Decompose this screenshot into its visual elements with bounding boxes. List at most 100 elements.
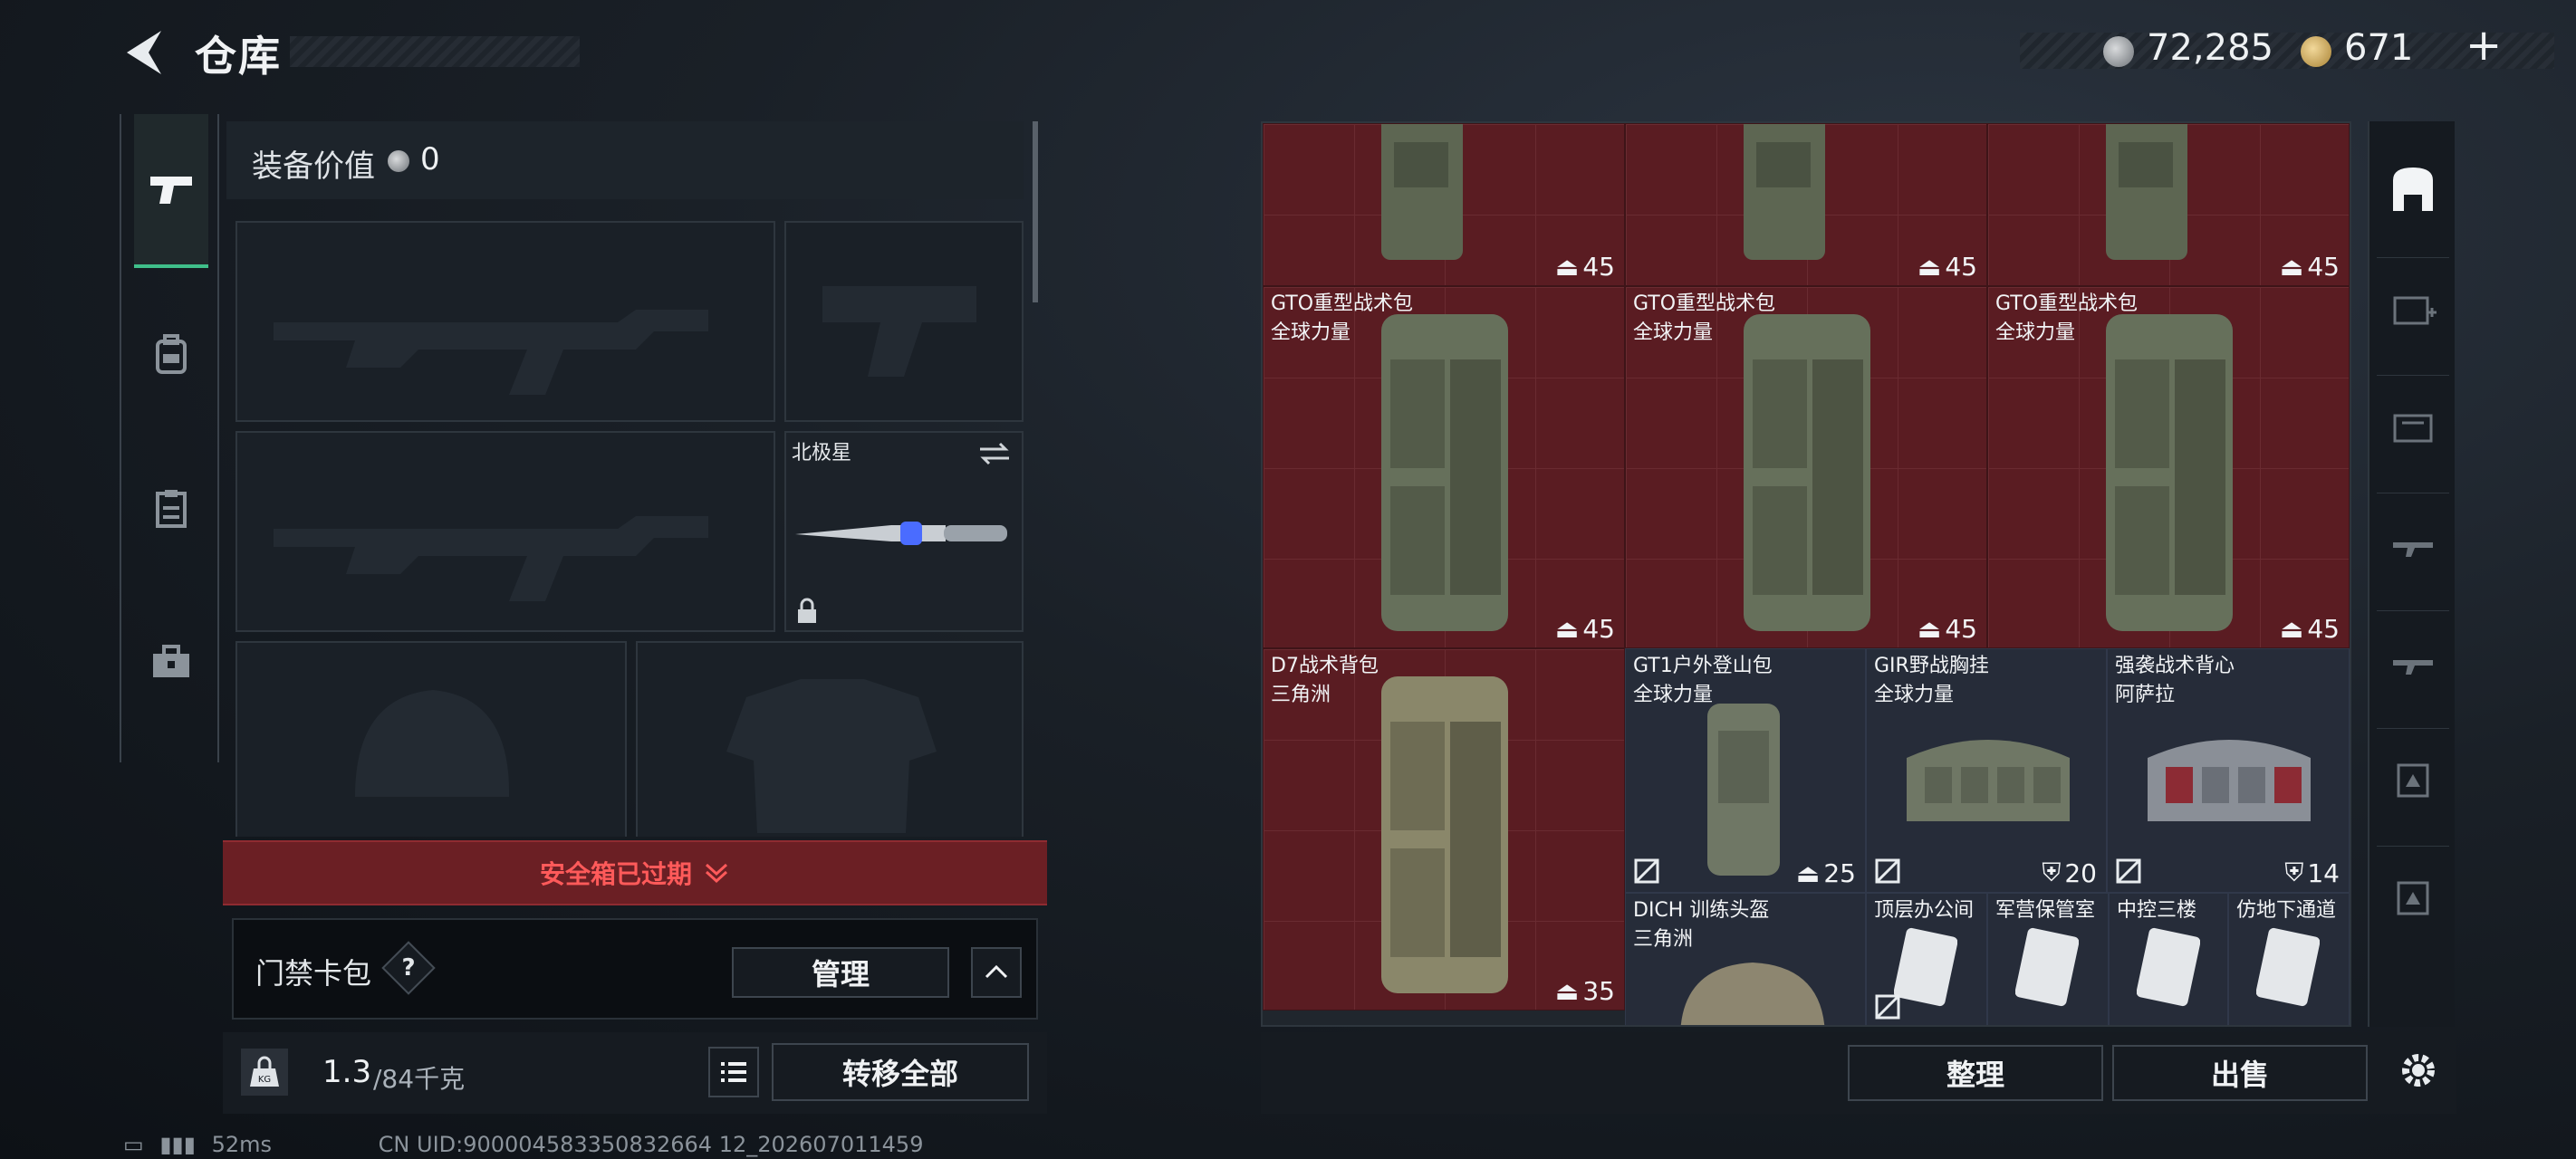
- equipment-scrollbar[interactable]: [1033, 121, 1038, 302]
- rifle-silhouette-icon: [274, 310, 708, 395]
- storage-item[interactable]: 顶层办公间: [1866, 893, 1987, 1025]
- storage-item[interactable]: 中控三楼: [2109, 893, 2228, 1025]
- melee-item-name: 北极星: [792, 442, 852, 465]
- chest-rig-icon: [1907, 740, 2070, 821]
- sidebar-item-supplies[interactable]: [134, 585, 208, 739]
- ammo-tier4-icon: [2393, 414, 2433, 442]
- armor-small-icon: ⛨: [2042, 857, 2062, 887]
- manage-button[interactable]: 管理: [732, 947, 949, 998]
- keycard-icon: [1894, 927, 1957, 1007]
- help-button[interactable]: ?: [381, 941, 436, 995]
- storage-item[interactable]: ⏏ 45: [1263, 123, 1625, 286]
- weight-bar: KG 1.3 /84千克 转移全部: [223, 1032, 1047, 1114]
- secondary-weapon-slot[interactable]: [235, 431, 775, 632]
- helmet-icon: [1680, 963, 1825, 1025]
- primary-weapon-slot[interactable]: [235, 221, 775, 422]
- pistol-slot[interactable]: [784, 221, 1024, 422]
- rail-item-rifle-2[interactable]: [2377, 610, 2449, 710]
- item-name: 顶层办公间: [1874, 899, 1975, 922]
- storage-item[interactable]: 军营保管室: [1987, 893, 2109, 1025]
- armor-small-icon: ⛨: [2284, 857, 2304, 887]
- item-count: ⏏ 25: [1795, 858, 1856, 888]
- melee-slot[interactable]: 北极星: [784, 431, 1024, 632]
- sidebar-item-backpack[interactable]: [134, 277, 208, 431]
- armor-tier3-icon: [2397, 881, 2429, 915]
- rail-item-armor[interactable]: [2377, 728, 2449, 828]
- collapse-button[interactable]: [971, 947, 1022, 998]
- sidebar-item-gear[interactable]: [134, 431, 208, 585]
- item-name: 强袭战术背心: [2115, 655, 2235, 677]
- item-faction: 全球力量: [1271, 321, 1351, 344]
- weight-max: /84千克: [373, 1064, 466, 1094]
- item-count: ⏏ 45: [1917, 252, 1977, 282]
- armor-silhouette-icon: [726, 679, 937, 833]
- armor-slot[interactable]: [636, 641, 1024, 837]
- storage-item[interactable]: ⏏ 45: [1987, 123, 2350, 286]
- gear-icon: [2402, 1054, 2435, 1087]
- no-insure-icon: [1875, 858, 1900, 884]
- item-name: 军营保管室: [1995, 899, 2096, 922]
- transfer-all-button[interactable]: 转移全部: [772, 1043, 1029, 1101]
- storage-grid: ⏏ 45 ⏏ 45 ⏏ 45 GTO重型战术包 全球力量 ⏏ 45 GTO重型战术包 全…: [1261, 121, 2351, 1027]
- item-count: ⏏ 45: [1917, 614, 1977, 644]
- rail-item-rifle[interactable]: [2377, 493, 2449, 592]
- equipment-panel: 装备价值 0 北极星: [226, 121, 1042, 837]
- item-count: ⏏ 45: [2279, 252, 2340, 282]
- rail-item-armor-2[interactable]: [2377, 846, 2449, 945]
- weight-current: 1.3: [322, 1054, 372, 1090]
- storage-item[interactable]: ⏏ 45: [1625, 123, 1987, 286]
- rifle-tier3-icon: [2393, 541, 2433, 557]
- add-currency-button[interactable]: +: [2465, 20, 2502, 71]
- swap-icon[interactable]: [976, 440, 1013, 467]
- rail-item-ammo[interactable]: [2377, 375, 2449, 474]
- item-faction: 全球力量: [1995, 321, 2076, 344]
- organize-button[interactable]: 整理: [1848, 1045, 2103, 1101]
- sell-button[interactable]: 出售: [2112, 1045, 2368, 1101]
- storage-item[interactable]: D7战术背包 三角洲 ⏏ 35: [1263, 648, 1625, 1011]
- helmet-silhouette-icon: [355, 690, 510, 797]
- item-name: GIR野战胸挂: [1874, 655, 1989, 677]
- no-insure-icon: [2116, 858, 2141, 884]
- storage-item[interactable]: GIR野战胸挂 全球力量 ⛨ 20: [1866, 648, 2107, 893]
- back-button[interactable]: [118, 25, 172, 80]
- assault-vest-icon: [2148, 740, 2311, 821]
- backpack-icon: [156, 334, 187, 374]
- equipment-value-header: 装备价值 0: [226, 121, 1024, 199]
- page-title: 仓库: [195, 32, 282, 81]
- backpack-icon: [2106, 314, 2233, 631]
- weight-small-icon: ⏏: [1917, 252, 1942, 282]
- safe-box-banner[interactable]: 安全箱已过期: [223, 840, 1047, 905]
- storage-item[interactable]: GTO重型战术包 全球力量 ⏏ 45: [1625, 286, 1987, 648]
- storage-item[interactable]: 强袭战术背心 阿萨拉 ⛨ 14: [2107, 648, 2350, 893]
- rail-item-medical[interactable]: [2377, 257, 2449, 357]
- storage-item[interactable]: GTO重型战术包 全球力量 ⏏ 45: [1987, 286, 2350, 648]
- chevron-up-icon: [985, 964, 1008, 979]
- keycard-icon: [2256, 927, 2320, 1007]
- storage-item[interactable]: 仿地下通道: [2228, 893, 2350, 1025]
- item-faction: 全球力量: [1633, 321, 1714, 344]
- item-name: 中控三楼: [2117, 899, 2197, 922]
- sidebar-item-weapons[interactable]: [134, 114, 208, 268]
- settings-button[interactable]: [2389, 1041, 2447, 1099]
- rifle-tier3-icon: [2393, 659, 2433, 675]
- storage-category-rail: [2368, 121, 2455, 1027]
- backpack-icon: [1381, 676, 1508, 993]
- storage-item[interactable]: GT1户外登山包 全球力量 ⏏ 25: [1625, 648, 1866, 893]
- status-line: ▭ ▮▮▮ 52ms CN UID:900004583350832664 12_…: [123, 1132, 923, 1157]
- equipment-value: 0: [420, 141, 440, 177]
- ping-value: 52ms: [211, 1132, 273, 1157]
- pistol-silhouette-icon: [822, 286, 976, 377]
- helmet-slot[interactable]: [235, 641, 627, 837]
- storage-item[interactable]: DICH 训练头盔 三角洲: [1625, 893, 1866, 1025]
- storage-item[interactable]: GTO重型战术包 全球力量 ⏏ 45: [1263, 286, 1625, 648]
- backpack-icon: [1381, 314, 1508, 631]
- back-arrow-icon: [127, 31, 161, 74]
- rail-item-all[interactable]: [2377, 139, 2449, 239]
- backpack-icon: [1744, 124, 1825, 260]
- list-view-button[interactable]: [708, 1047, 759, 1097]
- backpack-icon: [1744, 314, 1870, 631]
- item-count: ⏏ 35: [1554, 976, 1615, 1006]
- item-faction: 三角洲: [1271, 684, 1331, 706]
- signal-icon: ▮▮▮: [159, 1132, 196, 1157]
- no-insure-icon: [1875, 994, 1900, 1020]
